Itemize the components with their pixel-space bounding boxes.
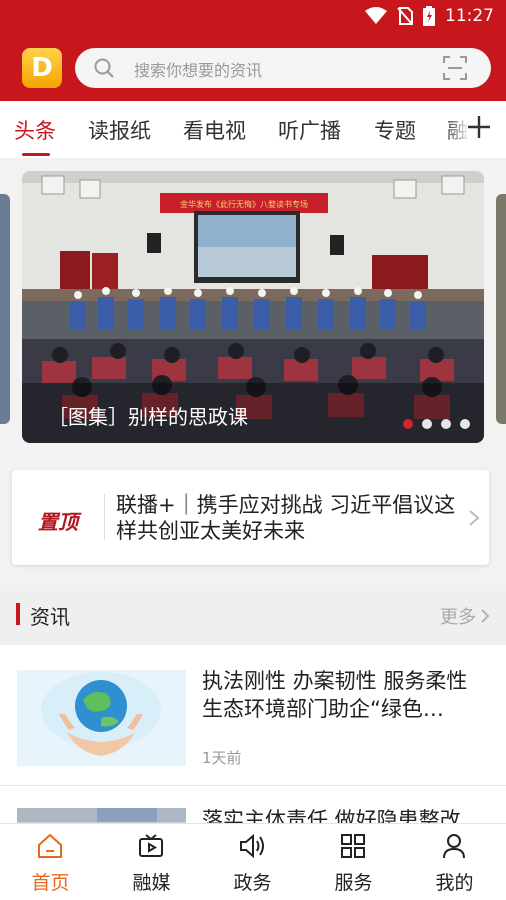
search-placeholder: 搜索你想要的资讯 <box>134 61 263 80</box>
scan-icon[interactable] <box>443 56 467 80</box>
nav-label: 我的 <box>435 872 474 894</box>
nav-services[interactable]: 服务 <box>303 824 404 900</box>
nav-media[interactable]: 融媒 <box>101 824 202 900</box>
pinned-headline-text: 联播+｜携手应对挑战 习近平倡议这样共创亚太美好未来 <box>116 493 456 543</box>
more-label: 更多 <box>440 607 476 628</box>
list-item[interactable]: 执法刚性 办案韧性 服务柔性 生态环境部门助企“绿色… 1天前 <box>0 645 506 786</box>
tab-radio[interactable]: 听广播 <box>278 115 341 145</box>
battery-icon <box>423 6 435 26</box>
nav-label: 政务 <box>233 872 272 894</box>
channel-tabs: 头条 读报纸 看电视 听广播 专题 融 <box>0 101 506 158</box>
speaker-icon <box>240 833 264 859</box>
news-time: 1天前 <box>202 749 242 767</box>
app-header: 11:27 D 搜索你想要的资讯 <box>0 0 506 101</box>
next-slide-peek <box>496 194 506 424</box>
carousel-dot[interactable] <box>441 419 451 429</box>
tab-topics[interactable]: 专题 <box>374 115 416 145</box>
search-icon <box>94 58 114 78</box>
chevron-right-icon <box>469 510 480 526</box>
list-item[interactable]: 落实主体责任 做好隐患整改 <box>0 786 506 823</box>
news-title: 落实主体责任 做好隐患整改 <box>202 808 461 823</box>
add-channel-icon[interactable] <box>466 114 492 140</box>
home-icon <box>38 833 62 858</box>
banner-slide-caption: 金华发布《此行无悔》八婺读书专场 <box>180 199 308 209</box>
carousel-dot[interactable] <box>460 419 470 429</box>
banner-carousel[interactable]: 金华发布《此行无悔》八婺读书专场 ［图集］别样的思政课 <box>0 158 506 456</box>
status-bar: 11:27 <box>0 0 506 34</box>
nav-profile[interactable]: 我的 <box>404 824 505 900</box>
tab-tv[interactable]: 看电视 <box>183 115 246 145</box>
grid-icon <box>341 834 365 858</box>
carousel-dot[interactable] <box>403 419 413 429</box>
carousel-dots <box>403 419 470 429</box>
news-thumbnail <box>17 808 186 823</box>
wifi-icon <box>365 7 387 24</box>
tab-headlines[interactable]: 头条 <box>14 115 56 145</box>
chevron-right-icon <box>481 609 490 623</box>
banner-title: ［图集］别样的思政课 <box>48 405 248 429</box>
news-section-header: 资讯 更多 <box>0 585 506 645</box>
carousel-dot[interactable] <box>422 419 432 429</box>
tab-newspaper[interactable]: 读报纸 <box>88 115 151 145</box>
section-title: 资讯 <box>30 605 70 629</box>
nav-label: 首页 <box>31 872 70 894</box>
news-thumbnail <box>17 670 186 766</box>
app-logo: D <box>22 48 62 88</box>
nav-home[interactable]: 首页 <box>0 824 101 900</box>
banner-slide[interactable]: 金华发布《此行无悔》八婺读书专场 ［图集］别样的思政课 <box>22 171 484 443</box>
nav-label: 服务 <box>334 872 373 894</box>
nav-government[interactable]: 政务 <box>202 824 303 900</box>
no-sim-icon <box>397 7 413 25</box>
person-icon <box>443 834 465 859</box>
news-list: 执法刚性 办案韧性 服务柔性 生态环境部门助企“绿色… 1天前 落实主体责任 做… <box>0 645 506 823</box>
nav-label: 融媒 <box>132 872 171 894</box>
video-icon <box>139 834 163 857</box>
pinned-badge: 置顶 <box>38 510 78 534</box>
status-time: 11:27 <box>445 6 494 26</box>
search-bar[interactable]: 搜索你想要的资讯 <box>75 48 491 88</box>
bottom-nav: 首页 融媒 政务 服务 我的 <box>0 823 506 900</box>
previous-slide-peek <box>0 194 10 424</box>
more-link[interactable]: 更多 <box>440 603 490 629</box>
active-tab-indicator <box>22 153 50 156</box>
pinned-headline-card[interactable]: 置顶 联播+｜携手应对挑战 习近平倡议这样共创亚太美好未来 <box>12 470 489 565</box>
news-title: 执法刚性 办案韧性 服务柔性 生态环境部门助企“绿色… <box>202 669 468 721</box>
